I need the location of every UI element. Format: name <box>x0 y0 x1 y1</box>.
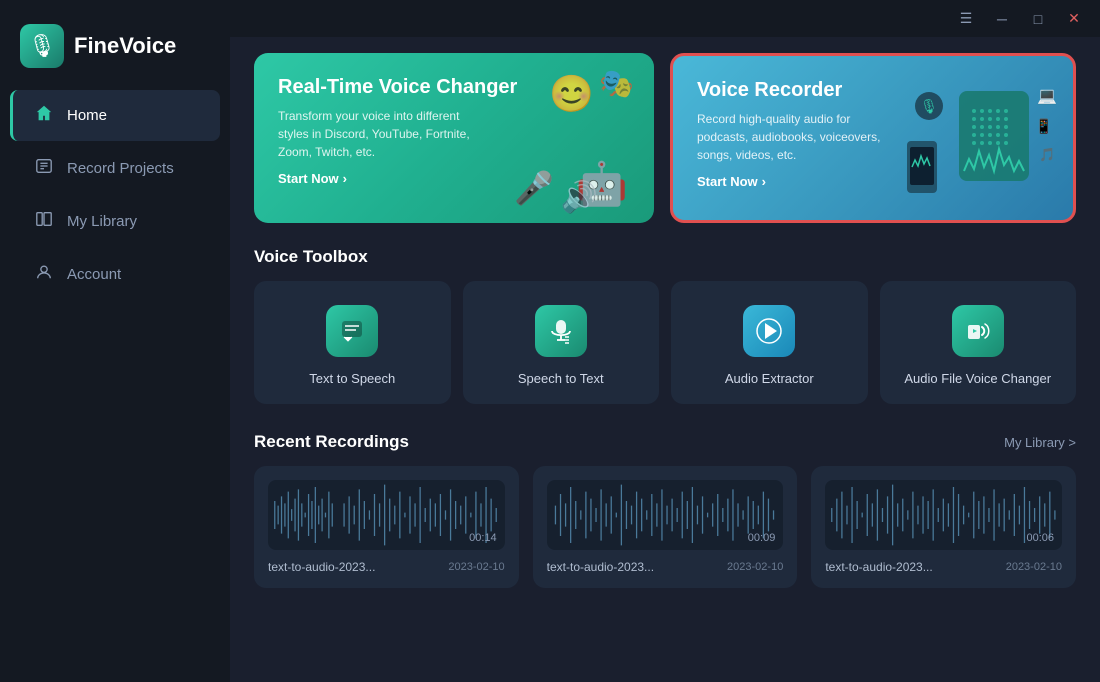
titlebar: ☰ ─ □ ✕ <box>230 0 1100 37</box>
recordings-grid: 00:14 text-to-audio-2023... 2023-02-10 <box>254 466 1076 588</box>
recording-1-date: 2023-02-10 <box>448 561 504 573</box>
logo-area: 🎙 FineVoice <box>0 10 230 88</box>
content-area: Real-Time Voice Changer Transform your v… <box>230 37 1100 612</box>
maximize-button[interactable]: □ <box>1028 11 1048 27</box>
sidebar-item-record-projects-label: Record Projects <box>67 160 174 177</box>
tool-text-to-speech[interactable]: Text to Speech <box>254 281 451 404</box>
menu-button[interactable]: ☰ <box>956 10 976 27</box>
svg-text:🎵: 🎵 <box>1039 147 1055 162</box>
close-button[interactable]: ✕ <box>1064 10 1084 27</box>
sidebar-item-my-library[interactable]: My Library <box>10 196 220 247</box>
banner-voice-changer[interactable]: Real-Time Voice Changer Transform your v… <box>254 53 654 223</box>
app-logo-icon: 🎙 <box>20 24 64 68</box>
home-icon <box>33 104 55 127</box>
audio-extractor-icon-wrap <box>743 305 795 357</box>
main-content: ☰ ─ □ ✕ Real-Time Voice Changer Transfor… <box>230 0 1100 682</box>
recording-3-name: text-to-audio-2023... <box>825 560 932 574</box>
recording-2-name: text-to-audio-2023... <box>547 560 654 574</box>
app-name: FineVoice <box>74 33 176 59</box>
audio-extractor-label: Audio Extractor <box>725 371 814 386</box>
waveform-3: 00:06 <box>825 480 1062 550</box>
sidebar-item-record-projects[interactable]: Record Projects <box>10 143 220 194</box>
my-library-link[interactable]: My Library > <box>1004 435 1076 450</box>
account-icon <box>33 263 55 286</box>
speech-to-text-icon-wrap <box>535 305 587 357</box>
recording-3-date: 2023-02-10 <box>1006 561 1062 573</box>
banner-voice-changer-desc: Transform your voice into different styl… <box>278 107 478 161</box>
banner-row: Real-Time Voice Changer Transform your v… <box>254 53 1076 223</box>
recent-recordings-header: Recent Recordings My Library > <box>254 432 1076 452</box>
recording-1-name: text-to-audio-2023... <box>268 560 375 574</box>
recording-1-meta: text-to-audio-2023... 2023-02-10 <box>268 560 505 574</box>
text-to-speech-label: Text to Speech <box>309 371 395 386</box>
recording-2-meta: text-to-audio-2023... 2023-02-10 <box>547 560 784 574</box>
sidebar-item-account[interactable]: Account <box>10 249 220 300</box>
recorder-illustration: 🎙 💻 📱 🎵 <box>899 66 1059 216</box>
recording-card-1[interactable]: 00:14 text-to-audio-2023... 2023-02-10 <box>254 466 519 588</box>
banner-voice-changer-content: Real-Time Voice Changer Transform your v… <box>278 75 630 188</box>
tool-audio-extractor[interactable]: Audio Extractor <box>671 281 868 404</box>
banner-voice-recorder-desc: Record high-quality audio for podcasts, … <box>697 110 897 164</box>
recording-2-duration: 00:09 <box>748 532 776 544</box>
my-library-icon <box>33 210 55 233</box>
svg-text:💻: 💻 <box>1037 88 1057 105</box>
banner-voice-recorder[interactable]: Voice Recorder Record high-quality audio… <box>670 53 1076 223</box>
recording-1-duration: 00:14 <box>469 532 497 544</box>
svg-text:🎙: 🎙 <box>920 98 938 114</box>
waveform-2: 00:09 <box>547 480 784 550</box>
audio-file-voice-changer-icon-wrap <box>952 305 1004 357</box>
sidebar: 🎙 FineVoice Home Record Projects <box>0 0 230 682</box>
waveform-1: 00:14 <box>268 480 505 550</box>
speech-to-text-label: Speech to Text <box>518 371 604 386</box>
recording-3-meta: text-to-audio-2023... 2023-02-10 <box>825 560 1062 574</box>
recording-3-duration: 00:06 <box>1026 532 1054 544</box>
recording-card-2[interactable]: 00:09 text-to-audio-2023... 2023-02-10 <box>533 466 798 588</box>
text-to-speech-icon-wrap <box>326 305 378 357</box>
recent-recordings-title: Recent Recordings <box>254 432 409 452</box>
sidebar-item-home-label: Home <box>67 107 107 124</box>
toolbox-grid: Text to Speech Speech to Text <box>254 281 1076 404</box>
banner-voice-changer-link[interactable]: Start Now › <box>278 171 347 186</box>
record-projects-icon <box>33 157 55 180</box>
tool-audio-file-voice-changer[interactable]: Audio File Voice Changer <box>880 281 1077 404</box>
toolbox-title: Voice Toolbox <box>254 247 1076 267</box>
sidebar-item-account-label: Account <box>67 266 121 283</box>
banner-voice-changer-title: Real-Time Voice Changer <box>278 75 630 99</box>
sidebar-nav: Home Record Projects My Library <box>0 88 230 302</box>
recording-2-date: 2023-02-10 <box>727 561 783 573</box>
tool-speech-to-text[interactable]: Speech to Text <box>463 281 660 404</box>
sidebar-item-my-library-label: My Library <box>67 213 137 230</box>
banner-voice-recorder-link[interactable]: Start Now › <box>697 174 766 189</box>
svg-text:📱: 📱 <box>1035 118 1052 135</box>
sidebar-item-home[interactable]: Home <box>10 90 220 141</box>
recording-card-3[interactable]: 00:06 text-to-audio-2023... 2023-02-10 <box>811 466 1076 588</box>
minimize-button[interactable]: ─ <box>992 11 1012 27</box>
audio-file-voice-changer-label: Audio File Voice Changer <box>904 371 1051 386</box>
